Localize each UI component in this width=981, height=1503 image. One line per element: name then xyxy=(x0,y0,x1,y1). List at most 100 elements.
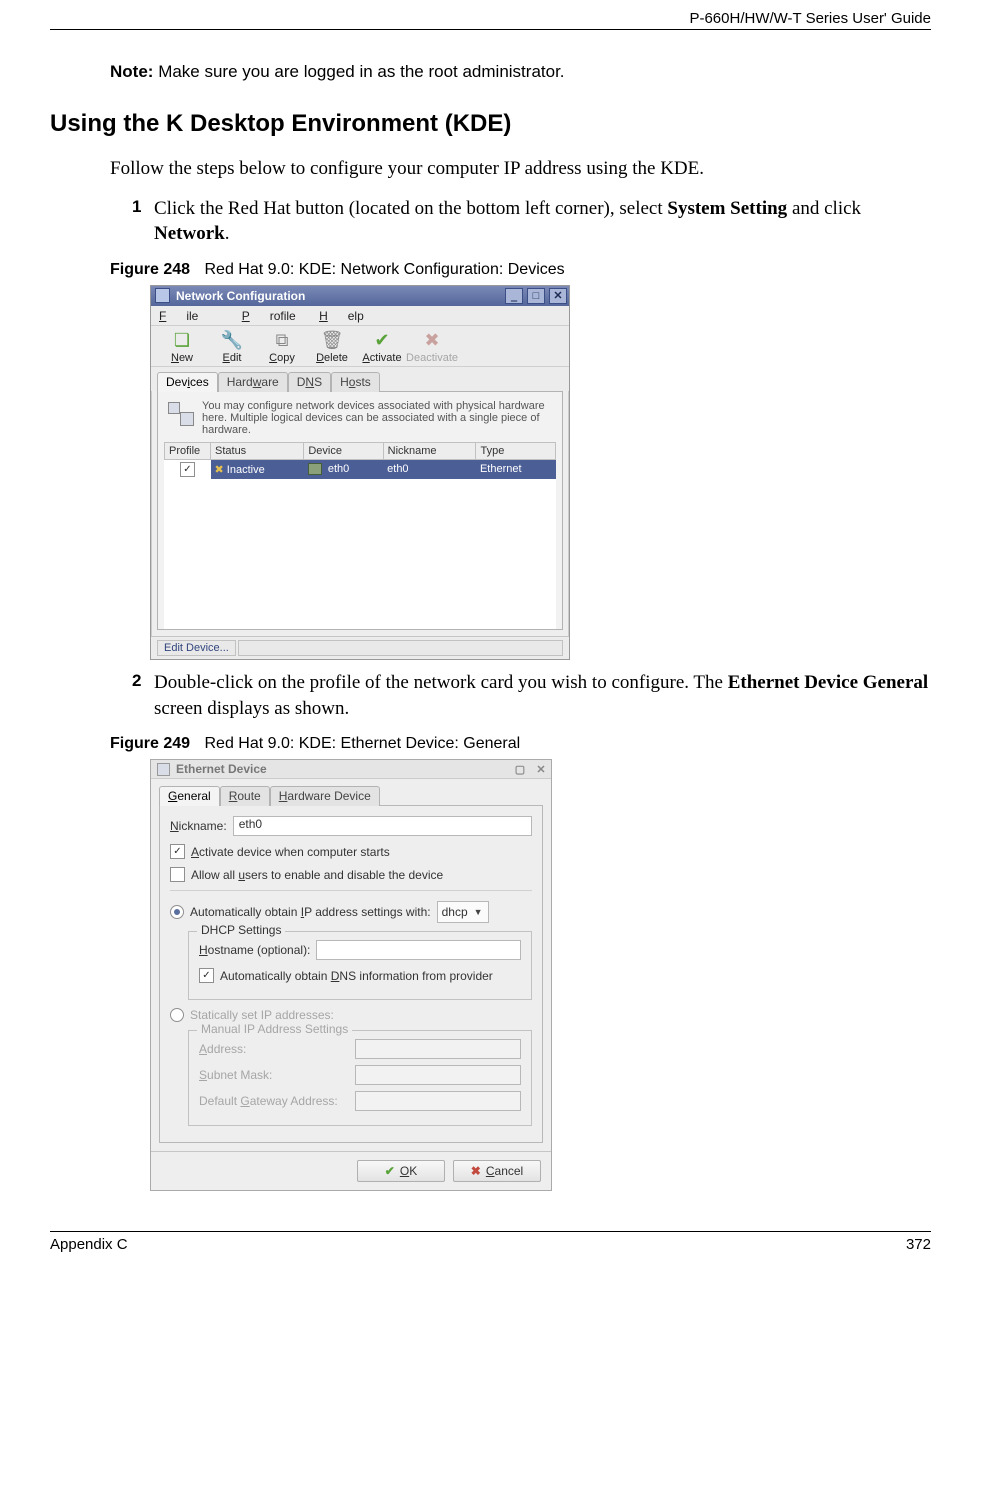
toolbar-activate[interactable]: ✔ Activate xyxy=(357,330,407,364)
chevron-down-icon: ▼ xyxy=(474,907,484,917)
col-device[interactable]: Device xyxy=(304,442,383,459)
dhcp-dropdown[interactable]: dhcp ▼ xyxy=(437,901,489,923)
address-label: Address: xyxy=(199,1042,349,1056)
toolbar-delete[interactable]: 🗑 Delete xyxy=(307,330,357,364)
gateway-row: Default Gateway Address: xyxy=(199,1091,521,1111)
dhcp-settings-fieldset: DHCP Settings Hostname (optional): ✓ Aut… xyxy=(188,931,532,1000)
gateway-input xyxy=(355,1091,521,1111)
maximize-button[interactable]: □ xyxy=(527,288,545,304)
hostname-label: Hostname (optional): xyxy=(199,943,310,957)
cancel-button[interactable]: ✖ Cancel xyxy=(453,1160,541,1182)
footer-page-number: 372 xyxy=(906,1236,931,1253)
menu-file[interactable]: File xyxy=(159,309,218,323)
window-ethernet-device: Ethernet Device ▢ ✕ General Route Hardwa… xyxy=(150,759,552,1191)
gateway-label: Default Gateway Address: xyxy=(199,1094,349,1108)
tab-hardware[interactable]: Hardware xyxy=(218,372,288,392)
allow-users-checkbox[interactable] xyxy=(170,867,185,882)
auto-dns-label: Automatically obtain DNS information fro… xyxy=(220,969,493,983)
toolbar-edit[interactable]: 🔧 Edit xyxy=(207,330,257,364)
cell-profile: ✓ xyxy=(165,459,211,479)
minimize-button[interactable]: ‗ xyxy=(505,288,523,304)
page-header: P-660H/HW/W-T Series User' Guide xyxy=(50,10,931,30)
page-footer: Appendix C 372 xyxy=(50,1231,931,1253)
section-heading: Using the K Desktop Environment (KDE) xyxy=(50,110,931,138)
titlebar[interactable]: Ethernet Device ▢ ✕ xyxy=(151,760,551,779)
step-1-text: Click the Red Hat button (located on the… xyxy=(154,196,931,247)
dialog-buttons: ✔ OK ✖ Cancel xyxy=(151,1151,551,1190)
maximize-button[interactable]: ▢ xyxy=(513,763,527,775)
toolbar-copy[interactable]: ⧉ Copy xyxy=(257,330,307,364)
col-type[interactable]: Type xyxy=(476,442,556,459)
figure-249-caption: Figure 249 Red Hat 9.0: KDE: Ethernet De… xyxy=(110,735,931,753)
ok-button[interactable]: ✔ OK xyxy=(357,1160,445,1182)
figure-248-text: Red Hat 9.0: KDE: Network Configuration:… xyxy=(204,261,564,278)
col-profile[interactable]: Profile xyxy=(165,442,211,459)
info-box: You may configure network devices associ… xyxy=(164,398,556,442)
tab-bar: Devices Hardware DNS Hosts xyxy=(151,367,569,391)
step-1: 1 Click the Red Hat button (located on t… xyxy=(132,196,931,247)
app-icon xyxy=(157,763,170,776)
close-button[interactable]: ✕ xyxy=(549,288,567,304)
activate-label: Activate device when computer starts xyxy=(191,845,390,859)
hostname-row: Hostname (optional): xyxy=(199,940,521,960)
figure-248-label: Figure 248 xyxy=(110,261,190,278)
cross-icon: ✖ xyxy=(471,1164,481,1178)
divider xyxy=(170,890,532,891)
figure-248-caption: Figure 248 Red Hat 9.0: KDE: Network Con… xyxy=(110,261,931,279)
tab-route[interactable]: Route xyxy=(220,786,270,806)
note-line: Note: Make sure you are logged in as the… xyxy=(110,62,931,82)
figure-249-text: Red Hat 9.0: KDE: Ethernet Device: Gener… xyxy=(204,735,520,752)
nic-icon xyxy=(308,463,322,475)
menu-help[interactable]: Help xyxy=(319,309,364,323)
tab-dns[interactable]: DNS xyxy=(288,372,331,392)
tab-devices[interactable]: Devices xyxy=(157,372,218,392)
note-text: Make sure you are logged in as the root … xyxy=(158,62,564,81)
auto-dns-checkbox[interactable]: ✓ xyxy=(199,968,214,983)
step-2-num: 2 xyxy=(132,670,150,721)
step-2-text: Double-click on the profile of the netwo… xyxy=(154,670,931,721)
screenshot-ethernet-device: Ethernet Device ▢ ✕ General Route Hardwa… xyxy=(150,759,931,1191)
tab-pane-general: Nickname: eth0 ✓ Activate device when co… xyxy=(159,805,543,1143)
profile-checkbox[interactable]: ✓ xyxy=(180,462,195,477)
status-text: Edit Device... xyxy=(157,640,236,656)
activate-checkbox[interactable]: ✓ xyxy=(170,844,185,859)
trash-icon: 🗑 xyxy=(320,330,344,352)
close-button[interactable]: ✕ xyxy=(534,763,548,775)
tab-hosts[interactable]: Hosts xyxy=(331,372,380,392)
subnet-input xyxy=(355,1065,521,1085)
toolbar-new[interactable]: ❏ New xyxy=(157,330,207,364)
address-input xyxy=(355,1039,521,1059)
window-title: Network Configuration xyxy=(176,289,305,303)
table-empty-area xyxy=(164,479,556,629)
new-icon: ❏ xyxy=(170,330,194,352)
hostname-input[interactable] xyxy=(316,940,521,960)
copy-icon: ⧉ xyxy=(270,330,294,352)
window-network-config: Network Configuration ‗ □ ✕ File Profile… xyxy=(150,285,570,660)
allow-users-label: Allow all users to enable and disable th… xyxy=(191,868,443,882)
info-text: You may configure network devices associ… xyxy=(202,400,554,436)
allow-users-row[interactable]: Allow all users to enable and disable th… xyxy=(170,867,532,882)
intro-text: Follow the steps below to configure your… xyxy=(110,156,931,182)
dhcp-legend: DHCP Settings xyxy=(197,923,285,937)
auto-ip-label: Automatically obtain IP address settings… xyxy=(190,905,431,919)
tab-pane-devices: You may configure network devices associ… xyxy=(157,391,563,630)
static-ip-label: Statically set IP addresses: xyxy=(190,1008,334,1022)
devices-table: Profile Status Device Nickname Type ✓ ✖ … xyxy=(164,442,556,479)
activate-row[interactable]: ✓ Activate device when computer starts xyxy=(170,844,532,859)
static-ip-radio[interactable] xyxy=(170,1008,184,1022)
table-row[interactable]: ✓ ✖ Inactive eth0 eth0 Ethernet xyxy=(165,459,556,479)
auto-ip-row[interactable]: Automatically obtain IP address settings… xyxy=(170,901,532,923)
col-status[interactable]: Status xyxy=(211,442,304,459)
tab-general[interactable]: General xyxy=(159,786,220,806)
auto-dns-row[interactable]: ✓ Automatically obtain DNS information f… xyxy=(199,968,521,983)
titlebar[interactable]: Network Configuration ‗ □ ✕ xyxy=(151,286,569,306)
subnet-row: Subnet Mask: xyxy=(199,1065,521,1085)
screenshot-network-configuration: Network Configuration ‗ □ ✕ File Profile… xyxy=(150,285,931,660)
tab-hardware-device[interactable]: Hardware Device xyxy=(270,786,380,806)
menu-profile[interactable]: Profile xyxy=(242,309,296,323)
auto-ip-radio[interactable] xyxy=(170,905,184,919)
nickname-input[interactable]: eth0 xyxy=(233,816,532,836)
header-guide-title: P-660H/HW/W-T Series User' Guide xyxy=(689,10,931,27)
col-nickname[interactable]: Nickname xyxy=(383,442,476,459)
static-ip-row[interactable]: Statically set IP addresses: xyxy=(170,1008,532,1022)
